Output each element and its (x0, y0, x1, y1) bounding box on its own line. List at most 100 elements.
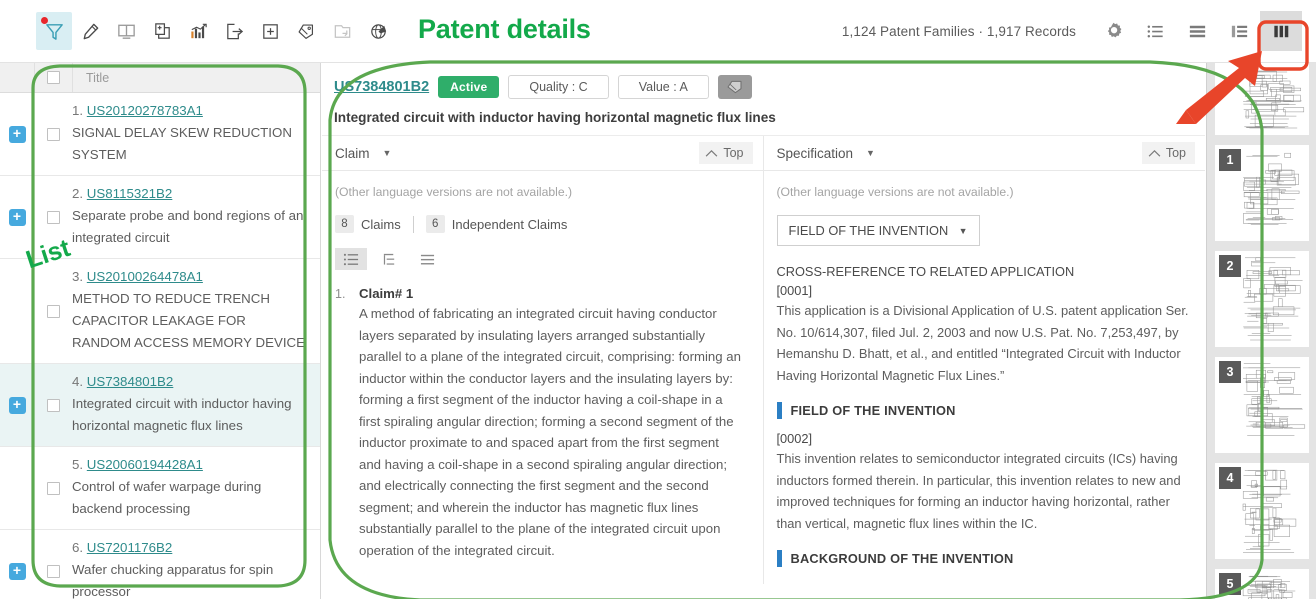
list-header-title-col: Title (72, 63, 320, 92)
row-checkbox[interactable] (46, 304, 60, 318)
patent-list-rows: +1. US20120278783A1 SIGNAL DELAY SKEW RED… (0, 93, 320, 599)
figure-thumbnail[interactable]: 2 (1215, 251, 1309, 347)
claim-tree-view-icon-button[interactable] (373, 248, 405, 270)
row-checkbox[interactable] (46, 564, 60, 578)
figure-thumbnail[interactable]: 1 (1215, 145, 1309, 241)
tags-icon (298, 23, 314, 39)
figure-thumbnail[interactable]: 5 (1215, 569, 1309, 599)
row-expand-cell: + (0, 364, 34, 446)
claim-counts-divider (412, 215, 414, 233)
figure-thumbnail-strip[interactable]: 1 2 3 4 5 (1206, 63, 1316, 599)
globe-refresh-icon-button[interactable] (360, 12, 396, 50)
row-title: Separate probe and bond regions of an in… (72, 208, 304, 245)
chevron-down-icon: ▼ (958, 225, 968, 236)
row-expand-cell (0, 259, 34, 363)
figure-thumbnail[interactable]: 4 (1215, 463, 1309, 559)
table-row[interactable]: +6. US7201176B2 Wafer chucking apparatus … (0, 530, 320, 599)
export-icon-button[interactable] (216, 12, 252, 50)
row-patent-number-link[interactable]: US8115321B2 (87, 186, 173, 201)
toolbar-left-actions (0, 12, 396, 50)
analytics-chart-icon-button[interactable] (180, 12, 216, 50)
detail-patent-number-link[interactable]: US7384801B2 (334, 79, 429, 95)
spec-pane-body: (Other language versions are not availab… (764, 171, 1206, 567)
row-patent-number-link[interactable]: US20060194428A1 (87, 457, 203, 472)
figure-thumbnail[interactable]: 3 (1215, 357, 1309, 453)
export-icon (226, 23, 243, 39)
view-rows-icon (1189, 25, 1205, 37)
spec-pane-dropdown-icon[interactable]: ▼ (866, 148, 875, 158)
claim-text-view-icon-button[interactable] (411, 248, 443, 270)
claim-pane: Claim ▼ Top (Other language versions are… (322, 136, 764, 584)
row-title: Integrated circuit with inductor having … (72, 396, 292, 433)
patent-drawing-icon (1243, 70, 1305, 129)
list-header-row: Title (0, 63, 320, 93)
view-list-icon-button[interactable] (1134, 11, 1176, 51)
expand-family-plus-icon[interactable]: + (8, 562, 26, 580)
expand-family-plus-icon[interactable]: + (8, 396, 26, 414)
row-index: 4. (72, 374, 84, 389)
row-patent-number-link[interactable]: US7384801B2 (87, 374, 174, 389)
expand-family-plus-icon[interactable]: + (8, 208, 26, 226)
row-content: 1. US20120278783A1 SIGNAL DELAY SKEW REDU… (72, 93, 320, 175)
thumbnail-page-number: 2 (1219, 255, 1241, 277)
claim-top-label: Top (723, 146, 744, 160)
claim-scroll-top-button[interactable]: Top (699, 142, 753, 164)
claim-pane-header: Claim ▼ Top (322, 136, 763, 171)
add-document-icon-button[interactable] (144, 12, 180, 50)
tags-icon-button[interactable] (288, 12, 324, 50)
add-box-icon (262, 23, 278, 39)
detail-badges-row: US7384801B2 Active Quality : C Value : A (334, 75, 1189, 99)
top-toolbar: 1,124 Patent Families · 1,917 Records (0, 0, 1316, 63)
cross-reference-para-number: [0001] (776, 283, 813, 298)
row-patent-number-link[interactable]: US7201176B2 (87, 540, 173, 555)
row-index: 5. (72, 457, 84, 472)
view-split-icon-button[interactable] (1218, 11, 1260, 51)
row-expand-cell: + (0, 530, 34, 599)
row-content: 3. US20100264478A1 METHOD TO REDUCE TRENC… (72, 259, 320, 363)
view-columns-icon-button[interactable] (1260, 11, 1302, 51)
compare-view-icon-button[interactable] (108, 12, 144, 50)
row-index-and-number: 2. US8115321B2 (72, 185, 308, 203)
select-all-checkbox[interactable] (47, 71, 60, 84)
row-checkbox[interactable] (46, 481, 60, 495)
spec-section-select[interactable]: FIELD OF THE INVENTION ▼ (776, 215, 980, 246)
thumbnail-items: 1 2 3 4 5 (1207, 63, 1316, 599)
spec-scroll-top-button[interactable]: Top (1141, 142, 1195, 164)
analytics-chart-icon (190, 23, 207, 38)
row-index-and-number: 6. US7201176B2 (72, 539, 308, 557)
table-row[interactable]: 5. US20060194428A1 Control of wafer warpa… (0, 447, 320, 530)
highlight-icon-button[interactable] (72, 12, 108, 50)
table-row[interactable]: +4. US7384801B2 Integrated circuit with i… (0, 364, 320, 447)
filter-icon-button[interactable] (36, 12, 72, 50)
row-patent-number-link[interactable]: US20120278783A1 (87, 103, 203, 118)
view-split-icon (1231, 25, 1247, 37)
share-folder-icon-button[interactable] (324, 12, 360, 50)
table-row[interactable]: 3. US20100264478A1 METHOD TO REDUCE TRENC… (0, 259, 320, 364)
row-checkbox[interactable] (46, 127, 60, 141)
patent-detail-panel: US7384801B2 Active Quality : C Value : A… (322, 63, 1205, 599)
view-rows-icon-button[interactable] (1176, 11, 1218, 51)
view-columns-icon (1273, 25, 1288, 37)
claim-list-view-icon (343, 253, 358, 265)
figure-thumbnail[interactable] (1215, 63, 1309, 135)
add-box-icon-button[interactable] (252, 12, 288, 50)
quality-badge: Quality : C (508, 75, 609, 99)
expand-family-plus-icon[interactable]: + (8, 125, 26, 143)
tag-button[interactable] (717, 75, 752, 99)
globe-refresh-icon (370, 23, 386, 39)
spec-top-label: Top (1165, 146, 1186, 160)
gear-icon (1107, 22, 1121, 37)
table-row[interactable]: +1. US20120278783A1 SIGNAL DELAY SKEW RED… (0, 93, 320, 176)
spec-section-select-value: FIELD OF THE INVENTION (788, 223, 949, 238)
claim-language-note: (Other language versions are not availab… (335, 185, 573, 199)
row-checkbox[interactable] (46, 210, 60, 224)
thumbnail-page-number: 4 (1219, 467, 1241, 489)
claim-list-view-icon-button[interactable] (335, 248, 367, 270)
row-checkbox[interactable] (46, 398, 60, 412)
row-title: SIGNAL DELAY SKEW REDUCTION SYSTEM (72, 125, 292, 162)
add-document-icon (154, 22, 170, 39)
row-patent-number-link[interactable]: US20100264478A1 (87, 269, 203, 284)
claim-pane-dropdown-icon[interactable]: ▼ (383, 148, 392, 158)
settings-gear-button[interactable] (1092, 11, 1134, 51)
independent-claims-label: Independent Claims (451, 216, 568, 232)
